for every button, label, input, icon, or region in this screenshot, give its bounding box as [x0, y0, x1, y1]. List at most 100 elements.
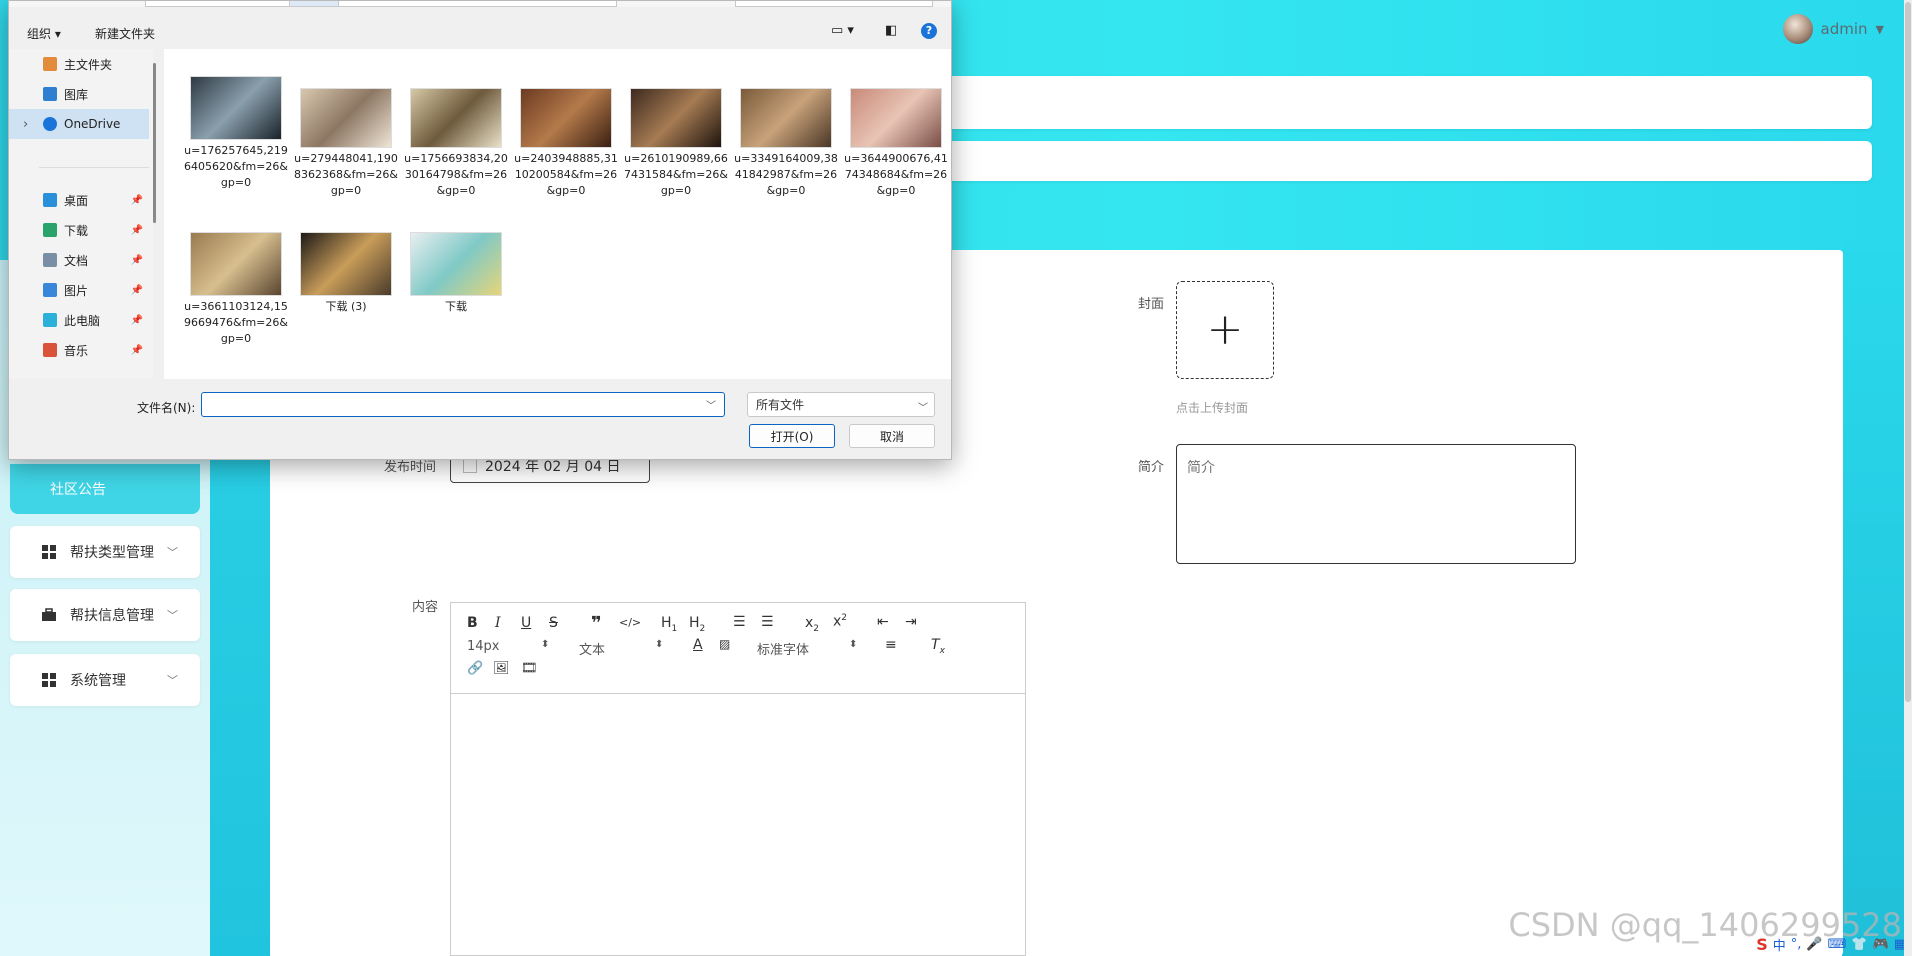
file-item[interactable]: u=1756693834,2030164798&fm=26&gp=0 [402, 77, 510, 199]
text-color-icon[interactable]: A [693, 637, 703, 653]
view-icon[interactable]: ▭ ▾ [831, 23, 854, 38]
file-item[interactable]: u=176257645,2196405620&fm=26&gp=0 [182, 77, 290, 191]
code-icon[interactable]: </> [619, 616, 641, 629]
punctuation-icon: °, [1790, 936, 1802, 952]
document-icon [43, 253, 57, 267]
intro-label: 简介 [1138, 460, 1165, 475]
align-icon[interactable]: ≡ [885, 637, 897, 653]
file-item[interactable]: 下载 (3) [292, 233, 400, 315]
download-icon [43, 223, 57, 237]
open-button[interactable]: 打开(O) [749, 424, 835, 448]
h1-icon[interactable]: H1 [661, 615, 677, 634]
italic-icon[interactable]: I [495, 615, 501, 631]
skin-icon: 👕 [1851, 936, 1868, 952]
background-color-icon[interactable]: ▨ [719, 637, 730, 651]
search-bar-1[interactable] [890, 76, 1872, 129]
intro-textarea[interactable] [1176, 444, 1576, 564]
h2-icon[interactable]: H2 [689, 615, 705, 634]
blockquote-icon[interactable]: ❞ [591, 613, 602, 634]
chevron-down-icon: ﹀ [167, 609, 178, 622]
font-size-select[interactable]: 14px [467, 639, 500, 654]
nav-item-cloud[interactable]: › OneDrive [9, 109, 149, 139]
font-family-select[interactable]: 标准字体 [757, 639, 809, 658]
pin-icon: 📌 [130, 194, 143, 206]
file-item[interactable]: u=3661103124,159669476&fm=26&gp=0 [182, 233, 290, 347]
file-item[interactable]: u=2403948885,3110200584&fm=26&gp=0 [512, 77, 620, 199]
indent-icon[interactable]: ⇥ [905, 614, 917, 630]
bold-icon[interactable]: B [467, 615, 478, 631]
dialog-toolbar: 组织 ▾ 新建文件夹 ▭ ▾ ◧ ? [9, 15, 951, 49]
bullet-list-icon[interactable]: ☰ [761, 614, 774, 630]
nav-item-home[interactable]: 主文件夹 [9, 49, 149, 79]
chevron-updown-icon: ⬍ [541, 639, 550, 650]
new-folder-button[interactable]: 新建文件夹 [95, 25, 155, 42]
ordered-list-icon[interactable]: ☰ [733, 614, 746, 630]
clear-format-icon[interactable]: Tx [931, 637, 945, 656]
file-item[interactable]: 下载 [402, 233, 510, 315]
filename-input[interactable] [201, 392, 725, 417]
cover-upload-button[interactable]: + [1176, 281, 1274, 379]
file-item[interactable]: u=279448041,1908362368&fm=26&gp=0 [292, 77, 400, 199]
nav-item-music[interactable]: 音乐 📌 [9, 335, 149, 365]
cloud-icon [43, 117, 57, 131]
nav-item-pictures[interactable]: 图片 📌 [9, 275, 149, 305]
ime-toolbar[interactable]: S 中 °, 🎤 ⌨ 👕 🎮 ▦ [1750, 932, 1912, 956]
grid-icon [42, 545, 56, 559]
chevron-down-icon: ﹀ [167, 674, 178, 687]
organize-button[interactable]: 组织 ▾ [27, 25, 61, 42]
file-name: u=279448041,1908362368&fm=26&gp=0 [294, 152, 398, 197]
nav-item-download[interactable]: 下载 📌 [9, 215, 149, 245]
underline-icon[interactable]: U [521, 615, 531, 631]
pin-icon: 📌 [130, 224, 143, 236]
pin-icon: 📌 [130, 284, 143, 296]
sidebar-item-label: 系统管理 [70, 673, 126, 689]
rich-text-editor[interactable]: B I U S ❞ </> H1 H2 ☰ ☰ x2 x2 ⇤ ⇥ 14px ⬍… [450, 602, 1026, 956]
preview-pane-icon[interactable]: ◧ [885, 23, 897, 38]
outdent-icon[interactable]: ⇤ [877, 614, 889, 630]
nav-item-gallery[interactable]: 图库 [9, 79, 149, 109]
file-item[interactable]: u=3644900676,4174348684&fm=26&gp=0 [842, 77, 950, 199]
help-icon[interactable]: ? [921, 23, 937, 39]
music-icon [43, 343, 57, 357]
file-name: u=3349164009,3841842987&fm=26&gp=0 [734, 152, 838, 197]
sidebar-item-label: 帮扶类型管理 [70, 545, 154, 561]
search-bar-2[interactable] [890, 141, 1872, 181]
image-thumbnail [301, 89, 391, 147]
file-item[interactable]: u=2610190989,667431584&fm=26&gp=0 [622, 77, 730, 199]
right-strip [1842, 240, 1912, 956]
cover-hint: 点击上传封面 [1176, 401, 1249, 415]
nav-item-label: 下载 [64, 223, 89, 238]
video-icon[interactable]: 🎞 [521, 661, 538, 676]
user-menu[interactable]: admin ▼ [1782, 14, 1884, 44]
subscript-icon[interactable]: x2 [805, 615, 819, 634]
filetype-value: 所有文件 [756, 398, 805, 412]
chevron-down-icon[interactable]: ﹀ [706, 397, 716, 412]
image-icon[interactable]: 🖼 [493, 661, 510, 676]
username: admin [1820, 20, 1868, 38]
nav-item-computer[interactable]: 此电脑 📌 [9, 305, 149, 335]
nav-item-label: 音乐 [64, 343, 89, 358]
pin-icon: 📌 [130, 254, 143, 266]
keyboard-icon: ⌨ [1827, 936, 1847, 952]
superscript-icon[interactable]: x2 [833, 613, 847, 630]
filetype-select[interactable]: 所有文件 ﹀ [747, 392, 935, 417]
link-icon[interactable]: 🔗 [467, 661, 483, 676]
cover-label: 封面 [1138, 297, 1165, 312]
strike-icon[interactable]: S [549, 615, 558, 631]
mic-icon: 🎤 [1806, 936, 1823, 952]
nav-scrollbar[interactable] [153, 63, 156, 223]
page-scrollbar[interactable] [1904, 0, 1912, 956]
nav-item-label: 此电脑 [64, 313, 101, 328]
sidebar-item-notice[interactable]: 社区公告 [10, 464, 200, 514]
pin-icon: 📌 [130, 314, 143, 326]
sidebar-item-system[interactable]: 系统管理 ﹀ [10, 654, 200, 706]
briefcase-icon [42, 608, 56, 621]
file-item[interactable]: u=3349164009,3841842987&fm=26&gp=0 [732, 77, 840, 199]
nav-item-desktop[interactable]: 桌面 📌 [9, 185, 149, 215]
expand-icon[interactable]: › [23, 117, 28, 132]
cancel-button[interactable]: 取消 [849, 424, 935, 448]
sidebar-item-help-info[interactable]: 帮扶信息管理 ﹀ [10, 589, 200, 641]
header-select[interactable]: 文本 [579, 639, 605, 658]
sidebar-item-help-type[interactable]: 帮扶类型管理 ﹀ [10, 526, 200, 578]
nav-item-document[interactable]: 文档 📌 [9, 245, 149, 275]
